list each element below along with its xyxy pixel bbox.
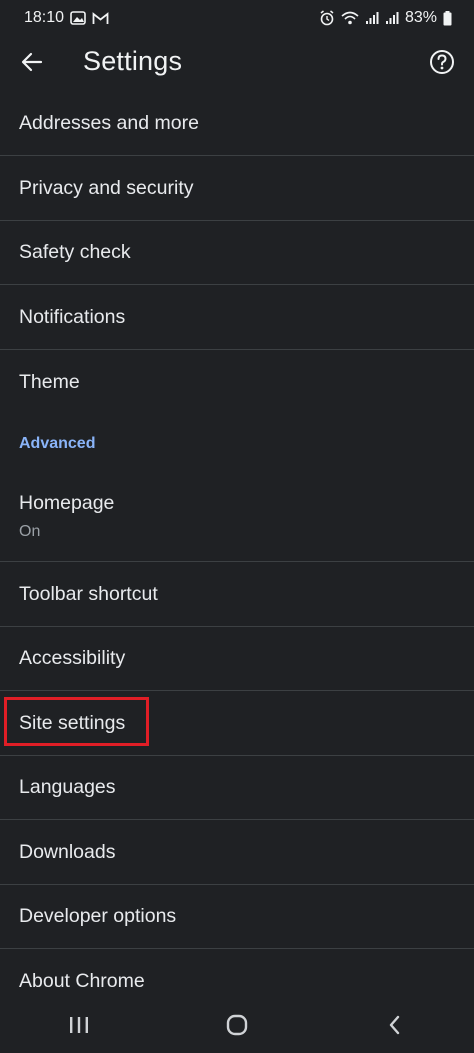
help-circle-icon — [429, 49, 455, 80]
settings-item-label: Languages — [19, 776, 116, 798]
system-nav-bar — [0, 1001, 474, 1053]
home-button[interactable] — [207, 1007, 267, 1047]
signal-icon — [385, 11, 399, 25]
home-icon — [225, 1013, 249, 1042]
page-title: Settings — [83, 46, 183, 76]
status-left: 18:10 — [24, 9, 109, 27]
back-button[interactable] — [16, 48, 48, 80]
chevron-left-icon — [386, 1014, 404, 1041]
settings-item-label: Safety check — [19, 241, 131, 263]
settings-item-label: Privacy and security — [19, 176, 194, 199]
wifi-icon — [341, 11, 359, 25]
settings-list: Addresses and more Privacy and security … — [0, 92, 474, 1013]
settings-item-label: Homepage — [19, 492, 115, 514]
settings-item-summary: On — [19, 523, 41, 540]
section-header-advanced: Advanced — [19, 435, 96, 452]
recents-icon — [68, 1015, 90, 1040]
settings-item-label: Downloads — [19, 840, 116, 863]
settings-item-site-settings[interactable]: Site settings — [0, 691, 474, 756]
gallery-icon — [70, 11, 86, 25]
settings-item-developer-options[interactable]: Developer options — [0, 885, 474, 949]
settings-item-toolbar-shortcut[interactable]: Toolbar shortcut — [0, 562, 474, 627]
settings-item-label: Developer options — [19, 905, 177, 927]
alarm-icon — [319, 10, 335, 26]
settings-item-label: Toolbar shortcut — [19, 582, 158, 605]
gmail-icon — [92, 11, 109, 25]
signal-icon — [365, 11, 379, 25]
battery-percent: 83% — [404, 9, 437, 26]
settings-item-accessibility[interactable]: Accessibility — [0, 627, 474, 691]
settings-item-languages[interactable]: Languages — [0, 756, 474, 820]
app-bar: Settings — [0, 36, 474, 92]
highlight-box — [4, 697, 149, 746]
settings-item-label: About Chrome — [19, 969, 145, 992]
settings-item-label: Notifications — [19, 305, 126, 328]
settings-item-downloads[interactable]: Downloads — [0, 820, 474, 885]
battery-icon — [443, 10, 452, 26]
help-button[interactable] — [426, 48, 458, 80]
nav-back-button[interactable] — [365, 1007, 425, 1047]
settings-item-label: Accessibility — [19, 647, 126, 669]
status-bar: 18:10 83% — [0, 0, 474, 36]
arrow-left-icon — [21, 51, 43, 78]
settings-item-addresses[interactable]: Addresses and more — [0, 92, 474, 156]
settings-item-label: Theme — [19, 370, 80, 393]
settings-item-homepage[interactable]: Homepage On — [0, 474, 474, 562]
settings-item-safety-check[interactable]: Safety check — [0, 221, 474, 285]
settings-item-privacy[interactable]: Privacy and security — [0, 156, 474, 221]
settings-item-theme[interactable]: Theme — [0, 350, 474, 414]
status-time: 18:10 — [24, 9, 65, 26]
settings-item-notifications[interactable]: Notifications — [0, 285, 474, 350]
status-right: 83% — [319, 9, 452, 27]
settings-item-label: Addresses and more — [19, 112, 199, 134]
recents-button[interactable] — [49, 1007, 109, 1047]
